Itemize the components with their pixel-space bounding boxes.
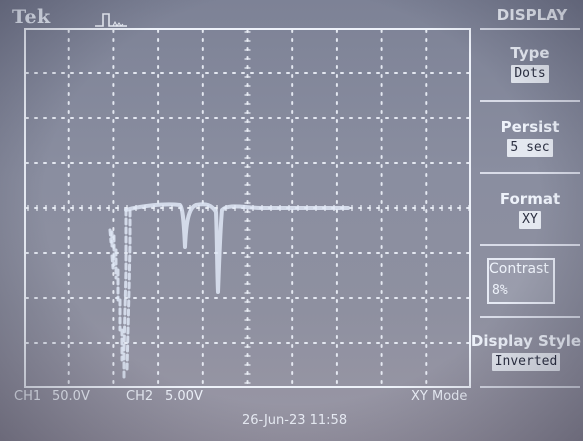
xy-mode-indicator: XY Mode (411, 389, 468, 404)
menu-item-type-label: Type (510, 44, 550, 62)
xy-trace-segment (125, 209, 132, 372)
display-menu-panel: DISPLAY Type Dots Persist 5 sec Format X… (471, 0, 583, 441)
ch2-label: CH2 (126, 389, 154, 404)
menu-item-contrast-label: Contrast (489, 261, 549, 277)
xy-trace-segment (110, 230, 124, 362)
menu-item-contrast-value: 8% (492, 283, 508, 298)
menu-divider (480, 244, 580, 246)
menu-item-type-value: Dots (511, 65, 549, 83)
xy-trace-segment (124, 202, 350, 294)
menu-item-display-style-label: Display Style (470, 332, 582, 350)
ch2-scale: 5.00V (165, 389, 203, 404)
menu-item-type[interactable]: Type Dots (478, 44, 582, 83)
menu-divider (480, 28, 580, 30)
menu-item-persist-value: 5 sec (507, 139, 553, 157)
ch1-scale: 50.0V (52, 389, 90, 404)
menu-item-display-style[interactable]: Display Style Inverted (470, 332, 582, 371)
menu-item-persist[interactable]: Persist 5 sec (478, 118, 582, 157)
menu-item-format-label: Format (499, 190, 561, 208)
menu-divider (480, 386, 580, 388)
menu-divider (480, 316, 580, 318)
menu-item-format[interactable]: Format XY (478, 190, 582, 229)
menu-item-persist-label: Persist (500, 118, 560, 136)
menu-item-display-style-value: Inverted (491, 353, 561, 371)
xy-trace-segment (122, 208, 128, 382)
datetime-readout: 26-Jun-23 11:58 (242, 413, 348, 428)
menu-item-contrast[interactable]: Contrast 8% (487, 258, 555, 304)
menu-divider (480, 172, 580, 174)
oscilloscope-screen: Tek DISPLAY Type Dots Persist 5 sec Form… (0, 0, 583, 441)
menu-title: DISPLAY (496, 6, 568, 24)
menu-item-format-value: XY (519, 211, 541, 229)
menu-divider (480, 100, 580, 102)
ch1-label: CH1 (14, 389, 42, 404)
